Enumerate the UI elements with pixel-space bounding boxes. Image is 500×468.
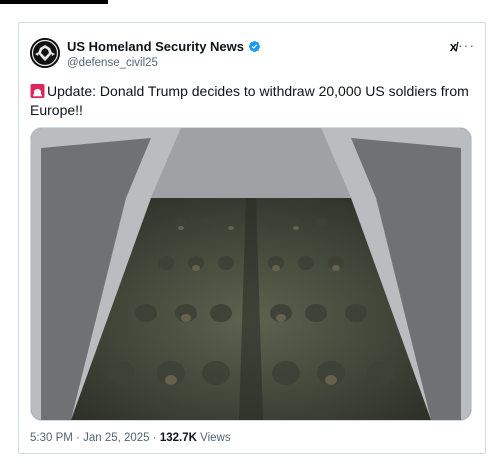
tweet-card[interactable]: US Homeland Security News @defense_civil… [18,22,486,454]
meta-separator: · [152,432,157,444]
views-label: Views [200,432,231,444]
photo-soldiers-aircraft-icon [31,128,471,420]
siren-icon [30,84,45,98]
account-handle[interactable]: @defense_civil25 [67,57,158,69]
tweet-photo[interactable] [30,127,472,421]
avatar[interactable] [30,38,60,68]
meta-separator: · [76,432,80,444]
grok-button[interactable]: x̸ [450,39,457,54]
more-options-button[interactable]: ··· [458,37,475,53]
shield-logo-icon [30,38,60,68]
tweet-date[interactable]: Jan 25, 2025 [83,432,150,444]
tweet-text: Update: Donald Trump decides to withdraw… [30,82,476,120]
tweet-meta: 5:30 PM · Jan 25, 2025 · 132.7K Views [30,432,231,444]
top-bar-fragment [0,0,108,4]
account-display-name[interactable]: US Homeland Security News [67,39,244,54]
account-name-row: US Homeland Security News [67,39,261,54]
tweet-body: Update: Donald Trump decides to withdraw… [30,83,469,118]
tweet-time[interactable]: 5:30 PM [30,432,73,444]
verified-badge-icon [248,40,261,53]
views-count: 132.7K [159,432,197,444]
